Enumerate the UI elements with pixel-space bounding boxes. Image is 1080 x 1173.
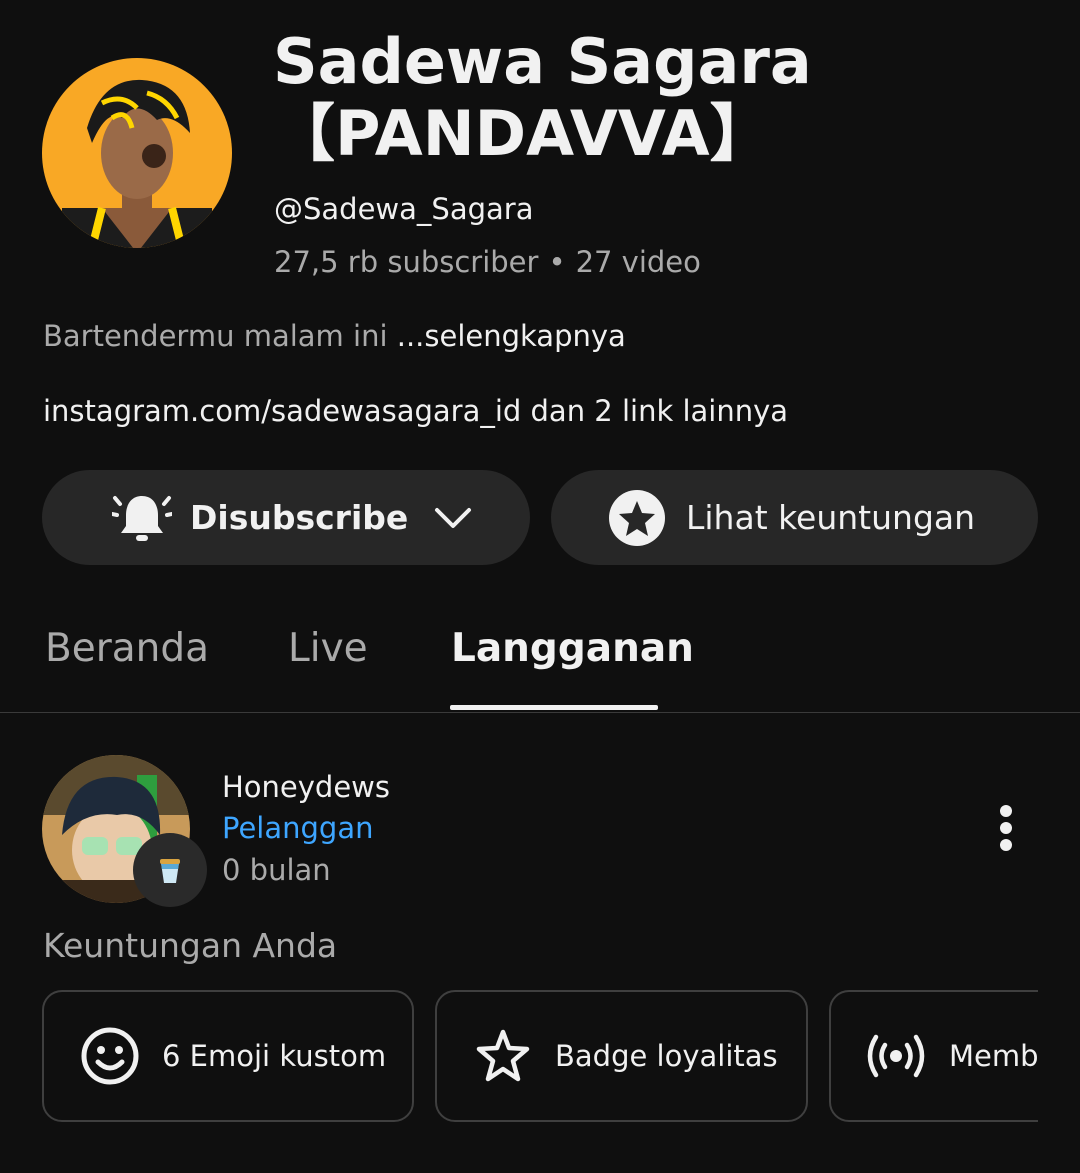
star-badge-icon xyxy=(608,489,666,547)
chevron-down-icon xyxy=(434,506,472,530)
perk-loyalty-badge[interactable]: Badge loyalitas xyxy=(435,990,808,1122)
member-duration: 0 bulan xyxy=(222,853,331,887)
perk-members-live[interactable]: Memb xyxy=(829,990,1038,1122)
broadcast-icon xyxy=(865,1031,927,1081)
member-role: Pelanggan xyxy=(222,811,374,845)
channel-handle: @Sadewa_Sagara xyxy=(274,192,534,226)
stats-separator: • xyxy=(548,245,566,279)
active-tab-indicator xyxy=(450,705,658,710)
perk-label: Memb xyxy=(949,1039,1038,1073)
channel-description[interactable]: Bartendermu malam ini ...selengkapnya xyxy=(43,319,626,353)
tab-live[interactable]: Live xyxy=(288,626,368,671)
channel-name: Sadewa Sagara 【PANDAVVA】 xyxy=(273,25,812,170)
perk-label: 6 Emoji kustom xyxy=(162,1039,387,1073)
channel-links[interactable]: instagram.com/sadewasagara_id dan 2 link… xyxy=(43,394,788,428)
smiley-icon xyxy=(80,1026,140,1086)
subscribe-label: Disubscribe xyxy=(190,498,409,537)
member-name: Honeydews xyxy=(222,770,391,804)
star-outline-icon xyxy=(473,1026,533,1086)
tab-beranda[interactable]: Beranda xyxy=(45,626,209,671)
view-perks-button[interactable]: Lihat keuntungan xyxy=(551,470,1038,565)
subscribe-button[interactable]: Disubscribe xyxy=(42,470,530,565)
channel-avatar[interactable] xyxy=(42,58,232,248)
perks-heading: Keuntungan Anda xyxy=(43,926,338,965)
description-more-link[interactable]: ...selengkapnya xyxy=(397,319,626,353)
more-options-icon[interactable] xyxy=(986,800,1026,856)
channel-tabs: Beranda Live Langganan xyxy=(0,600,1080,713)
subscriber-count: 27,5 rb subscriber xyxy=(274,245,539,279)
view-perks-label: Lihat keuntungan xyxy=(686,498,976,537)
channel-stats: 27,5 rb subscriber • 27 video xyxy=(274,245,701,279)
perk-label: Badge loyalitas xyxy=(555,1039,778,1073)
tab-langganan[interactable]: Langganan xyxy=(451,626,694,671)
video-count: 27 video xyxy=(575,245,701,279)
description-text: Bartendermu malam ini xyxy=(43,319,397,353)
member-badge-icon xyxy=(133,833,207,907)
perks-list: 6 Emoji kustom Badge loyalitas Memb xyxy=(0,990,1038,1124)
perk-custom-emoji[interactable]: 6 Emoji kustom xyxy=(42,990,414,1122)
bell-icon xyxy=(112,488,172,548)
